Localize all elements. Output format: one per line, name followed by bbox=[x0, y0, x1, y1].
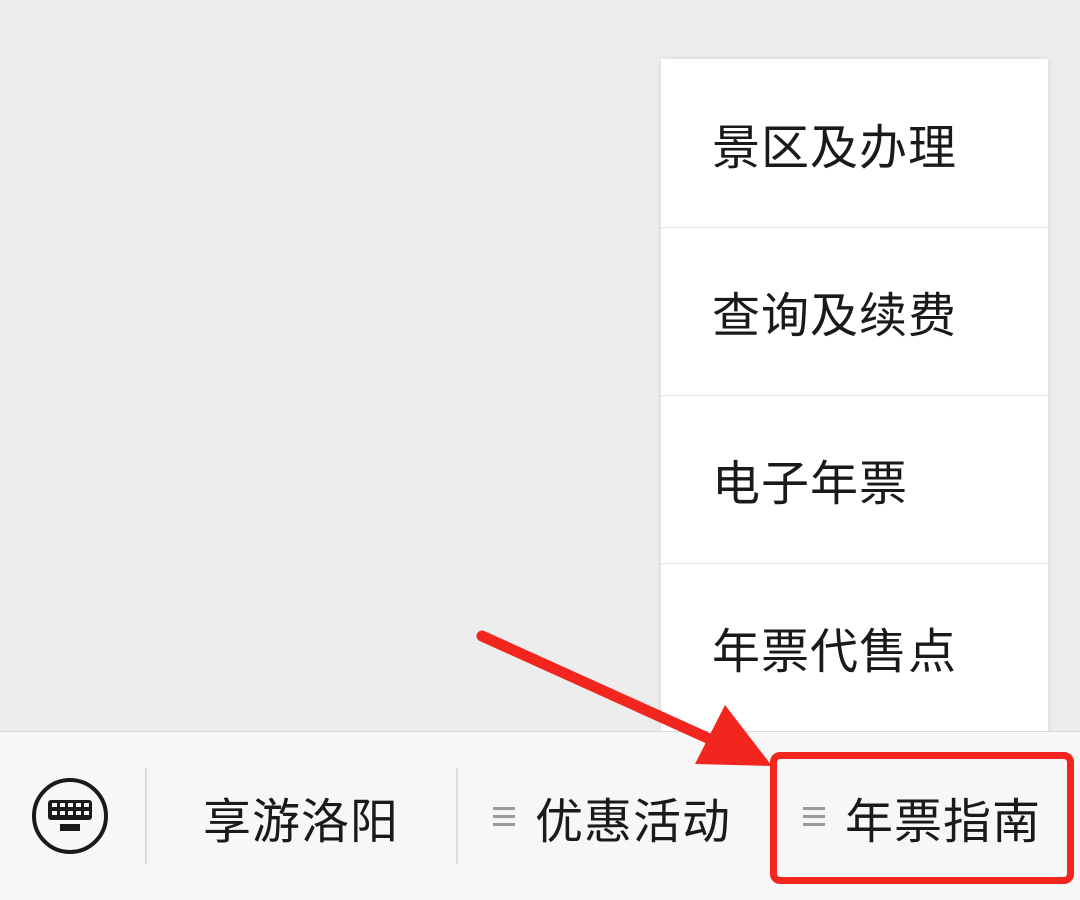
submenu-item-e-ticket[interactable]: 电子年票 bbox=[661, 395, 1048, 563]
tab-promotions[interactable]: 优惠活动 bbox=[458, 732, 766, 900]
bottom-menu-bar: 享游洛阳 优惠活动 年票指南 bbox=[0, 731, 1080, 900]
submenu-item-label: 电子年票 bbox=[712, 456, 909, 512]
submenu-item-label: 年票代售点 bbox=[712, 624, 958, 680]
keyboard-icon bbox=[48, 800, 92, 831]
submenu-item-label: 景区及办理 bbox=[712, 120, 958, 176]
submenu-indicator-icon bbox=[802, 802, 825, 831]
submenu-item-sales-points[interactable]: 年票代售点 bbox=[661, 563, 1048, 731]
submenu-item-label: 查询及续费 bbox=[712, 288, 958, 344]
tab-enjoy-luoyang[interactable]: 享游洛阳 bbox=[147, 732, 455, 900]
tab-label: 年票指南 bbox=[844, 793, 1041, 850]
submenu-popup: 景区及办理 查询及续费 电子年票 年票代售点 bbox=[661, 59, 1048, 731]
submenu-item-scenic-areas[interactable]: 景区及办理 bbox=[661, 59, 1048, 227]
tab-annual-ticket-guide[interactable]: 年票指南 bbox=[770, 732, 1074, 900]
keyboard-toggle-button[interactable] bbox=[32, 778, 108, 854]
submenu-indicator-icon bbox=[492, 802, 515, 831]
submenu-item-query-renewal[interactable]: 查询及续费 bbox=[661, 227, 1048, 395]
tab-label: 享游洛阳 bbox=[202, 793, 399, 850]
tab-label: 优惠活动 bbox=[534, 793, 731, 850]
chat-screen: 景区及办理 查询及续费 电子年票 年票代售点 享游洛阳 优惠活动 年票指南 bbox=[0, 0, 1080, 900]
